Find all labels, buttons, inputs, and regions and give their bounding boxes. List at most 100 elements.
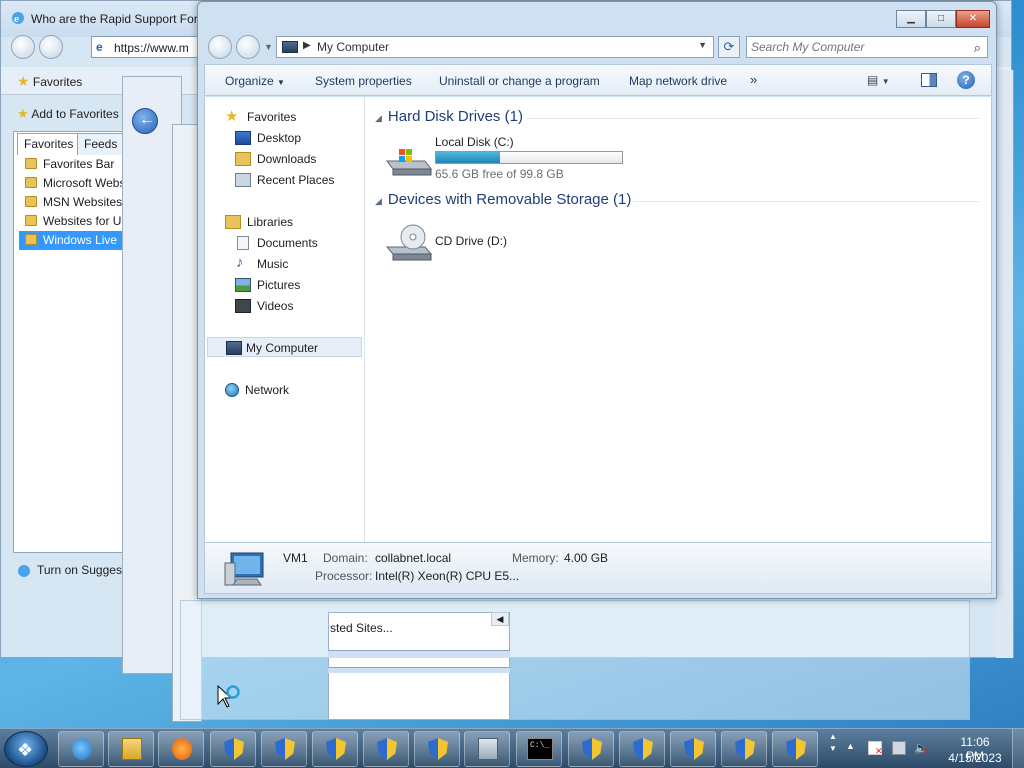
uninstall-program-button[interactable]: Uninstall or change a program [439, 74, 600, 88]
nav-label: My Computer [246, 341, 319, 355]
refresh-button[interactable]: ⟳ [718, 36, 740, 58]
cd-drive-label[interactable]: CD Drive (D:) [435, 234, 507, 248]
show-hidden-icons-button[interactable]: ▲ [846, 741, 855, 751]
nav-label: Network [245, 383, 290, 397]
nav-item-favorites[interactable]: ★ Favorites [205, 107, 365, 127]
tab-favorites[interactable]: Favorites [17, 133, 81, 155]
svg-text:e: e [14, 13, 19, 25]
taskbar-calculator-button[interactable] [464, 731, 510, 767]
favorites-item-label: Microsoft Webs [43, 176, 126, 190]
command-bar: Organize ▼ System properties Uninstall o… [204, 64, 992, 96]
nav-item-recent-places[interactable]: Recent Places [205, 170, 365, 190]
taskbar-uac-button[interactable] [619, 731, 665, 767]
group-divider [633, 201, 979, 202]
nav-label: Libraries [247, 215, 294, 229]
search-icon[interactable]: ⌕ [974, 40, 981, 56]
calculator-icon [478, 738, 498, 760]
nav-item-pictures[interactable]: Pictures [205, 275, 365, 295]
nav-item-documents[interactable]: Documents [205, 233, 365, 253]
uac-shield-icon [428, 738, 448, 760]
tab-feeds[interactable]: Feeds [77, 133, 125, 155]
ie-add-to-favorites-button[interactable]: ★ Add to Favorites [17, 106, 119, 122]
close-button[interactable]: ✕ [956, 10, 990, 28]
nav-label: Documents [257, 236, 318, 250]
taskbar-media-player-button[interactable] [158, 731, 204, 767]
taskbar-uac-button[interactable] [363, 731, 409, 767]
explorer-window: ▁ □ ✕ ▼ ▶ My Computer ▼ ⟳ ⌕ Organize ▼ S… [197, 1, 997, 599]
taskbar-uac-button[interactable] [312, 731, 358, 767]
nav-label: Downloads [257, 152, 317, 166]
group-header-label: Hard Disk Drives (1) [387, 108, 523, 125]
nav-item-libraries[interactable]: Libraries [205, 212, 365, 232]
scroll-left-icon[interactable]: ◀ [491, 612, 509, 626]
nav-item-downloads[interactable]: Downloads [205, 149, 365, 169]
organize-button[interactable]: Organize ▼ [225, 74, 285, 88]
taskbar-explorer-button[interactable] [108, 731, 154, 767]
local-disk-label[interactable]: Local Disk (C:) [435, 135, 514, 149]
minimize-button[interactable]: ▁ [896, 10, 926, 28]
taskbar-uac-button[interactable] [210, 731, 256, 767]
ie-back-button[interactable] [11, 35, 35, 59]
group-header-hard-disk-drives[interactable]: ◢ Hard Disk Drives (1) [375, 108, 523, 125]
back-button[interactable] [208, 35, 232, 59]
uac-shield-icon [582, 738, 602, 760]
nav-item-desktop[interactable]: Desktop [205, 128, 365, 148]
taskbar-scroll-buttons[interactable]: ▲ ▼ [826, 731, 840, 767]
forward-button[interactable] [236, 35, 260, 59]
suggested-sites-link[interactable]: Turn on Sugges [37, 563, 122, 577]
address-bar[interactable]: ▶ My Computer ▼ [276, 36, 714, 58]
local-disk-icon[interactable] [385, 143, 433, 179]
ie-favorites-label: Favorites [32, 75, 83, 89]
taskbar-uac-button[interactable] [772, 731, 818, 767]
address-breadcrumb[interactable]: My Computer [317, 40, 389, 54]
documents-icon [237, 236, 249, 250]
taskbar-cmd-button[interactable]: C:\_ [516, 731, 562, 767]
breadcrumb-arrow-icon[interactable]: ▶ [303, 40, 311, 51]
uac-shield-icon [224, 738, 244, 760]
taskbar-uac-button[interactable] [568, 731, 614, 767]
suggested-sites-menu-item[interactable]: sted Sites... [330, 621, 393, 635]
uac-shield-icon [684, 738, 704, 760]
cd-drive-icon[interactable] [385, 223, 433, 263]
ie-forward-button[interactable] [39, 35, 63, 59]
taskbar-uac-button[interactable] [414, 731, 460, 767]
more-commands-button[interactable]: » [750, 72, 757, 87]
taskbar-uac-button[interactable] [670, 731, 716, 767]
background-dialog-bar [328, 650, 510, 658]
network-tray-icon[interactable] [892, 741, 906, 755]
map-network-drive-button[interactable]: Map network drive [629, 74, 727, 88]
nav-item-music[interactable]: ♪ Music [205, 254, 365, 274]
nav-item-my-computer[interactable]: My Computer [207, 337, 362, 357]
volume-muted-icon[interactable]: 🔈 [914, 741, 930, 757]
nav-item-videos[interactable]: Videos [205, 296, 365, 316]
clock-date[interactable]: 4/15/2023 [944, 751, 1006, 765]
show-desktop-button[interactable] [1012, 729, 1024, 768]
window-caption-buttons: ▁ □ ✕ [896, 10, 990, 28]
taskbar-uac-button[interactable] [721, 731, 767, 767]
add-favorite-icon: ★ [17, 106, 29, 121]
group-header-removable-storage[interactable]: ◢ Devices with Removable Storage (1) [375, 191, 631, 208]
recent-pages-chevron-icon[interactable]: ▼ [264, 42, 273, 52]
nav-label: Favorites [247, 110, 297, 124]
address-dropdown-icon[interactable]: ▼ [698, 40, 707, 50]
preview-pane-icon[interactable] [921, 73, 937, 87]
taskbar-ie-button[interactable] [58, 731, 104, 767]
system-properties-button[interactable]: System properties [315, 74, 412, 88]
action-center-icon[interactable] [868, 741, 883, 757]
back-arrow-icon[interactable]: ← [132, 108, 158, 134]
maximize-button[interactable]: □ [926, 10, 956, 28]
folder-icon [25, 234, 37, 245]
nav-item-network[interactable]: Network [205, 380, 365, 400]
ie-favorites-button[interactable]: ★ Favorites [17, 73, 82, 90]
start-button[interactable]: ❖ [4, 731, 48, 767]
desktop-icon [235, 131, 251, 145]
change-view-button[interactable]: ▤ ▼ [867, 73, 903, 89]
search-box[interactable]: ⌕ [746, 36, 988, 58]
taskbar-uac-button[interactable] [261, 731, 307, 767]
pictures-icon [235, 278, 251, 292]
domain-value: collabnet.local [375, 551, 452, 565]
uac-shield-icon [786, 738, 806, 760]
search-input[interactable] [751, 39, 961, 55]
help-icon[interactable]: ? [957, 71, 975, 89]
ie-address-bar[interactable]: e https://www.m [91, 36, 211, 58]
